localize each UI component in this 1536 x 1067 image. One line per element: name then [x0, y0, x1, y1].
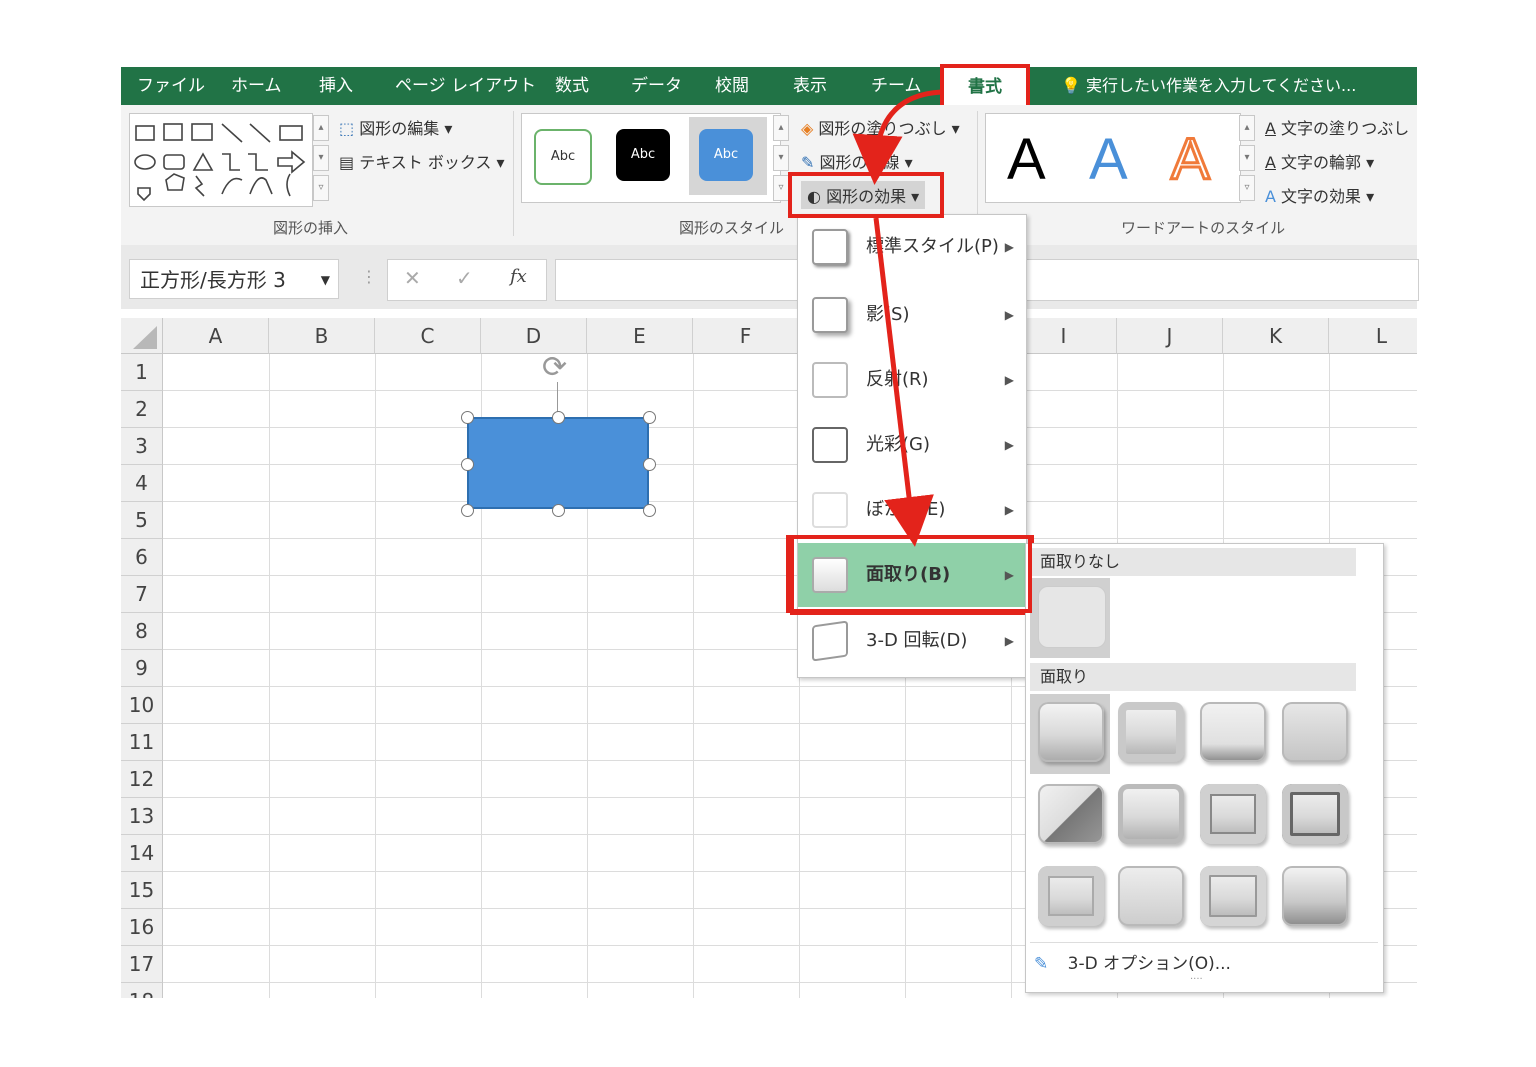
arrow-to-bevel: [873, 217, 934, 547]
annotation-arrows: [852, 89, 943, 547]
arrow-to-shape-effects: [852, 89, 943, 185]
